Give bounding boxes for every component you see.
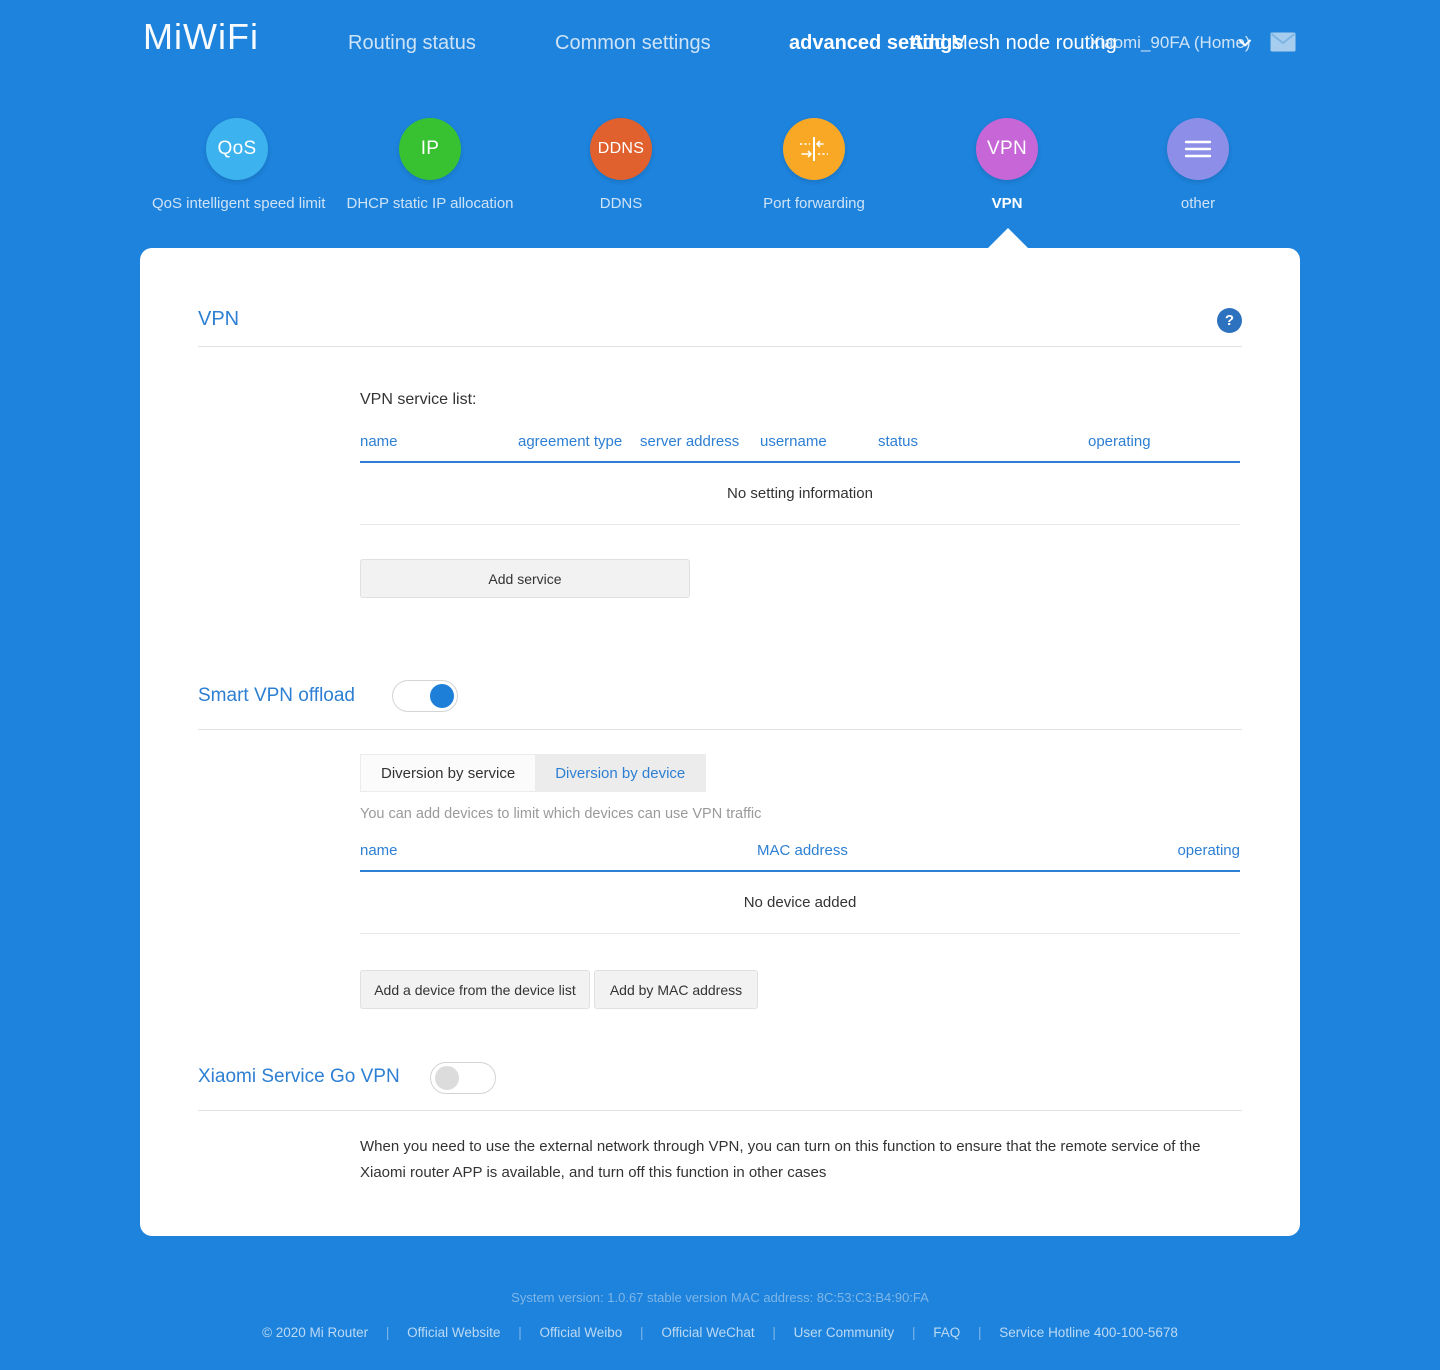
vpn-service-empty-row: No setting information [360,463,1240,525]
xiaomi-service-go-vpn-description: When you need to use the external networ… [360,1138,1201,1181]
col-username: username [760,433,827,450]
question-mark-icon[interactable]: ? [1217,308,1242,333]
feature-qos[interactable]: QoS QoS intelligent speed limit [152,118,326,212]
miwifi-logo: MiWiFi [143,16,259,57]
vpn-service-table-header: name agreement type server address usern… [360,433,1240,463]
col-device-name: name [360,842,398,859]
footer-separator: | [772,1325,776,1340]
col-agreement-type: agreement type [518,433,623,450]
footer-separator: | [978,1325,982,1340]
feature-port-forwarding[interactable]: Port forwarding [729,118,899,212]
nav-item-routing-status[interactable]: Routing status [348,32,476,55]
page-footer: System version: 1.0.67 stable version MA… [0,1290,1440,1340]
feature-vpn[interactable]: VPN VPN [922,118,1092,212]
device-table: name MAC address operating No device add… [360,842,1240,934]
ddns-icon-text: DDNS [597,140,645,157]
device-table-header: name MAC address operating [360,842,1240,872]
col-operating: operating [1088,433,1151,450]
vpn-settings-card: VPN ? VPN service list: name agreement t… [140,248,1300,1236]
active-tab-pointer [988,228,1028,248]
footer-link-official-weibo[interactable]: Official Weibo [539,1325,622,1340]
col-server-address: server address [640,433,740,450]
page-title: VPN [198,308,240,330]
nav-item-common-settings[interactable]: Common settings [555,32,711,55]
footer-copyright: © 2020 Mi Router [262,1325,369,1340]
qos-icon: QoS [206,118,268,180]
smart-offload-divider [198,729,1242,730]
footer-separator: | [640,1325,644,1340]
ip-icon-text: IP [420,138,440,159]
title-divider [198,346,1242,347]
nav-item-advanced-settings[interactable]: advanced settings [789,32,964,55]
mail-icon[interactable] [1270,32,1296,57]
xiaomi-service-go-vpn-toggle[interactable] [430,1062,496,1094]
page-root: MiWiFi Routing status Common settings ad… [0,0,1440,1370]
footer-link-official-wechat[interactable]: Official WeChat [661,1325,754,1340]
footer-separator: | [385,1325,390,1340]
footer-links: © 2020 Mi Router | Official Website | Of… [0,1325,1440,1340]
diversion-hint: You can add devices to limit which devic… [360,806,762,822]
vpn-icon-text: VPN [987,138,1027,159]
add-service-button[interactable]: Add service [360,559,690,598]
col-device-operating: operating [1177,842,1240,859]
feature-icon-row: QoS QoS intelligent speed limit IP DHCP … [0,118,1440,228]
feature-other[interactable]: other [1113,118,1283,212]
footer-separator: | [911,1325,916,1340]
add-device-from-list-button[interactable]: Add a device from the device list [360,970,590,1009]
toggle-knob [430,684,454,708]
feature-qos-label: QoS intelligent speed limit [152,195,326,212]
system-version-text: System version: 1.0.67 stable version MA… [511,1290,929,1305]
top-navigation-bar: MiWiFi Routing status Common settings ad… [0,0,1440,85]
diversion-tabs: Diversion by service Diversion by device [360,754,707,792]
feature-vpn-label: VPN [991,195,1023,212]
feature-port-forwarding-label: Port forwarding [763,195,865,212]
hamburger-icon [1167,118,1229,180]
tab-diversion-by-service[interactable]: Diversion by service [360,754,536,792]
feature-ddns-label: DDNS [599,195,643,212]
footer-separator: | [518,1325,522,1340]
ddns-icon: DDNS [590,118,652,180]
tab-diversion-by-device[interactable]: Diversion by device [535,754,707,792]
chevron-down-icon[interactable] [1238,36,1252,50]
smart-vpn-offload-title: Smart VPN offload [198,685,356,706]
col-name: name [360,433,398,450]
toggle-knob [435,1066,459,1090]
port-forwarding-icon [783,118,845,180]
feature-other-label: other [1180,195,1216,212]
footer-link-service-hotline[interactable]: Service Hotline 400-100-5678 [999,1325,1178,1340]
vpn-icon: VPN [976,118,1038,180]
footer-link-official-website[interactable]: Official Website [407,1325,500,1340]
device-empty-row: No device added [360,872,1240,934]
col-status: status [878,433,919,450]
xiaomi-service-go-vpn-title: Xiaomi Service Go VPN [198,1066,400,1087]
qos-icon-text: QoS [217,138,257,159]
service-go-divider [198,1110,1242,1111]
footer-link-user-community[interactable]: User Community [794,1325,895,1340]
add-by-mac-address-button[interactable]: Add by MAC address [594,970,758,1009]
feature-ddns[interactable]: DDNS DDNS [536,118,706,212]
smart-vpn-offload-toggle[interactable] [392,680,458,712]
ip-icon: IP [399,118,461,180]
footer-link-faq[interactable]: FAQ [933,1325,960,1340]
col-mac-address: MAC address [757,842,848,859]
feature-dhcp-label: DHCP static IP allocation [346,195,514,212]
vpn-service-table: name agreement type server address usern… [360,433,1240,525]
feature-dhcp[interactable]: IP DHCP static IP allocation [345,118,515,212]
vpn-service-list-label: VPN service list: [360,391,477,408]
